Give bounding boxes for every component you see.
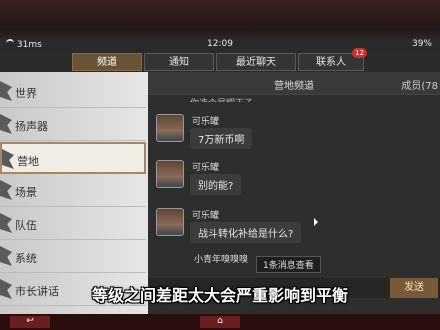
- battery-indicator: 39%: [411, 39, 432, 49]
- sender-name[interactable]: 可乐罐: [192, 114, 219, 127]
- sidebar-item-label: 营地: [17, 155, 39, 168]
- sidebar-item-label: 世界: [15, 87, 37, 100]
- home-button[interactable]: ⌂: [200, 316, 240, 328]
- channel-icon: [0, 81, 12, 101]
- tab-notifications[interactable]: 通知: [144, 53, 214, 71]
- sender-name[interactable]: 可乐罐: [192, 160, 219, 173]
- sidebar-item-world[interactable]: 世界: [0, 76, 146, 108]
- message-bubble: 7万新币啊: [190, 128, 253, 149]
- contacts-badge: 12: [352, 48, 367, 58]
- tab-contacts[interactable]: 联系人 12: [298, 48, 367, 71]
- clock: 12:09: [207, 39, 233, 49]
- avatar[interactable]: [156, 208, 184, 236]
- partial-message: 你选个是耀天子: [190, 96, 253, 102]
- sidebar-item-camp[interactable]: 营地: [0, 142, 146, 174]
- avatar[interactable]: [156, 160, 184, 188]
- chat-header: 营地频道 成员(78: [148, 72, 440, 95]
- sidebar-item-label: 场景: [15, 186, 37, 199]
- channel-icon: [0, 213, 12, 233]
- channel-icon: [0, 180, 12, 200]
- tab-bar: 频道 通知 最近聊天 联系人 12: [0, 48, 440, 73]
- channel-icon: [2, 149, 14, 169]
- message-bubble: 战斗转化补给是什么?: [190, 222, 302, 243]
- back-button[interactable]: ↩: [10, 316, 50, 328]
- sender-name[interactable]: 可乐罐: [192, 208, 219, 221]
- bottom-bar: ↩ ⌂: [0, 314, 440, 330]
- video-subtitle: 等级之间差距太大会严重影响到平衡: [91, 286, 348, 305]
- sidebar-item-label: 队伍: [15, 219, 37, 232]
- tab-label: 联系人: [316, 57, 346, 68]
- sidebar-item-scene[interactable]: 场景: [0, 175, 146, 207]
- status-bar: 31ms 12:09 39%: [0, 36, 440, 52]
- chat-message: 可乐罐 7万新币啊: [156, 114, 426, 154]
- channel-icon: [0, 246, 12, 266]
- sidebar-item-system[interactable]: 系统: [0, 241, 146, 273]
- partial-sender: 小青年嗅嗅嗅: [194, 255, 249, 265]
- channel-icon: [0, 114, 12, 134]
- chat-title: 营地频道: [274, 81, 314, 92]
- cursor-icon: [314, 218, 318, 226]
- tab-recent-chats[interactable]: 最近聊天: [216, 53, 296, 71]
- new-message-button[interactable]: 1条消息查看: [256, 256, 321, 273]
- chat-message: 可乐罐 战斗转化补给是什么?: [156, 208, 426, 248]
- message-bubble: 别的能?: [190, 174, 242, 195]
- member-count[interactable]: 成员(78: [401, 77, 438, 92]
- tab-label: 频道: [97, 57, 117, 68]
- tab-channel[interactable]: 频道: [72, 53, 142, 71]
- sidebar-item-speaker[interactable]: 扬声器: [0, 109, 146, 141]
- sidebar-item-team[interactable]: 队伍: [0, 208, 146, 240]
- chat-message: 可乐罐 别的能?: [156, 160, 426, 200]
- avatar[interactable]: [156, 114, 184, 142]
- sidebar-item-label: 扬声器: [15, 120, 48, 133]
- tab-label: 通知: [169, 57, 189, 68]
- tab-label: 最近聊天: [236, 57, 276, 68]
- sidebar-item-label: 系统: [15, 252, 37, 265]
